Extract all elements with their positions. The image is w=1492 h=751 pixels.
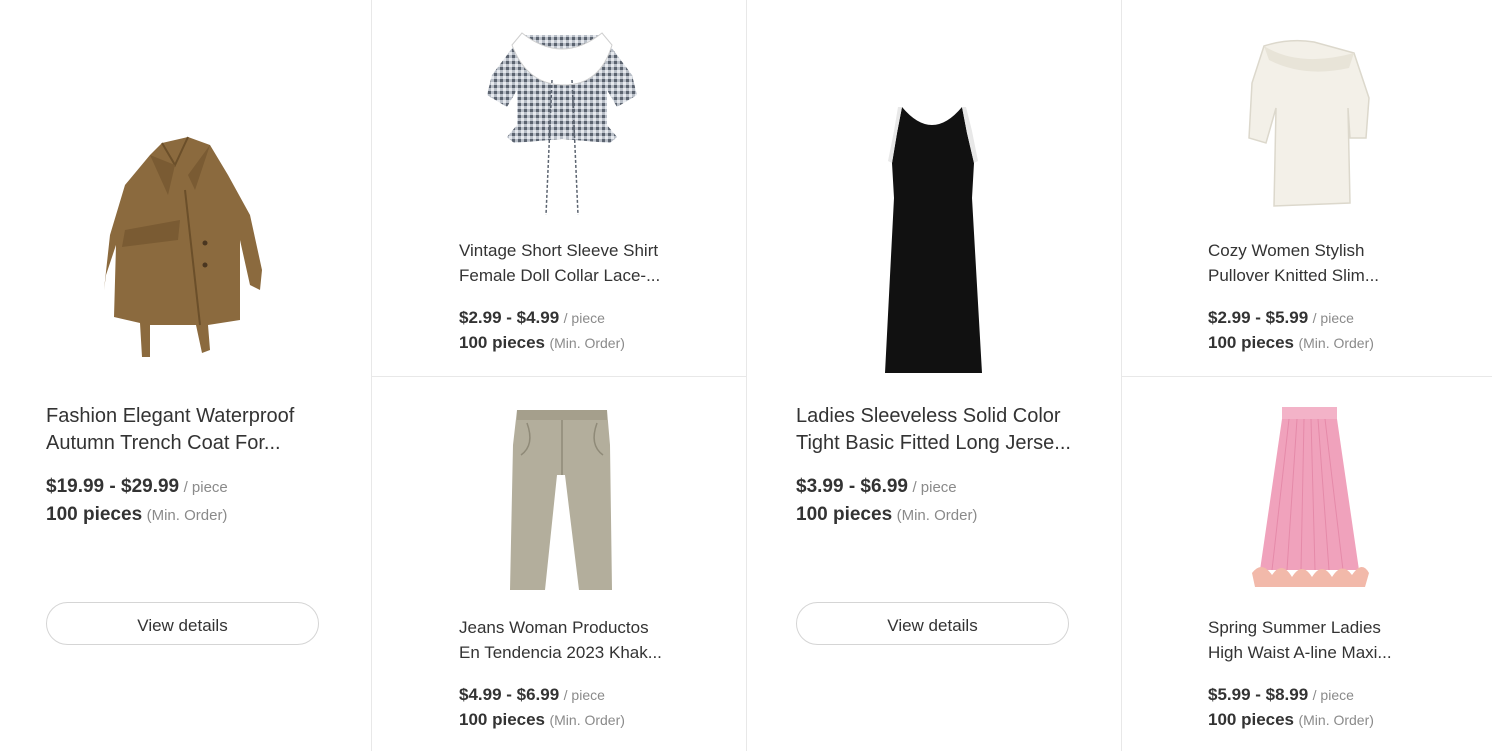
product-title-line[interactable]: Cozy Women Stylish: [1208, 238, 1463, 263]
product-title-line[interactable]: Female Doll Collar Lace-...: [459, 263, 714, 288]
product-card-trench-coat[interactable]: Fashion Elegant Waterproof Autumn Trench…: [0, 0, 371, 751]
product-card-skirt[interactable]: Spring Summer Ladies High Waist A-line M…: [1122, 377, 1492, 751]
black-dress-icon[interactable]: [882, 103, 987, 375]
product-title[interactable]: Fashion Elegant Waterproof Autumn Trench…: [46, 403, 336, 457]
trench-coat-icon[interactable]: [100, 135, 270, 360]
min-order-label: (Min. Order): [146, 507, 228, 524]
price-unit: / piece: [1312, 687, 1354, 703]
product-title-line[interactable]: High Waist A-line Maxi...: [1208, 640, 1463, 665]
min-order: 100 pieces (Min. Order): [1208, 710, 1374, 730]
min-order: 100 pieces (Min. Order): [796, 504, 977, 526]
min-order-quantity: 100 pieces: [46, 504, 143, 525]
product-card-dress[interactable]: Ladies Sleeveless Solid Color Tight Basi…: [747, 0, 1121, 751]
price-unit: / piece: [183, 479, 228, 496]
product-title[interactable]: Vintage Short Sleeve Shirt Female Doll C…: [459, 238, 714, 288]
min-order-quantity: 100 pieces: [796, 504, 893, 525]
product-title-line[interactable]: Jeans Woman Productos: [459, 615, 714, 640]
min-order: 100 pieces (Min. Order): [459, 710, 625, 730]
view-details-button[interactable]: View details: [46, 602, 319, 645]
price-value: $5.99 - $8.99: [1208, 685, 1309, 704]
gingham-blouse-icon[interactable]: [482, 25, 642, 220]
product-title[interactable]: Ladies Sleeveless Solid Color Tight Basi…: [796, 403, 1076, 457]
min-order: 100 pieces (Min. Order): [46, 504, 227, 526]
product-title-line[interactable]: Fashion Elegant Waterproof: [46, 403, 336, 430]
min-order-label: (Min. Order): [1298, 335, 1374, 351]
price-range: $3.99 - $6.99 / piece: [796, 476, 957, 498]
product-title[interactable]: Spring Summer Ladies High Waist A-line M…: [1208, 615, 1463, 665]
product-title-line[interactable]: Spring Summer Ladies: [1208, 615, 1463, 640]
min-order-label: (Min. Order): [1298, 712, 1374, 728]
price-range: $19.99 - $29.99 / piece: [46, 476, 228, 498]
product-title-line[interactable]: Tight Basic Fitted Long Jerse...: [796, 430, 1076, 457]
min-order: 100 pieces (Min. Order): [1208, 333, 1374, 353]
min-order-quantity: 100 pieces: [459, 710, 546, 729]
price-unit: / piece: [563, 687, 605, 703]
product-title-line[interactable]: En Tendencia 2023 Khak...: [459, 640, 714, 665]
product-title-line[interactable]: Pullover Knitted Slim...: [1208, 263, 1463, 288]
product-title[interactable]: Cozy Women Stylish Pullover Knitted Slim…: [1208, 238, 1463, 288]
min-order-label: (Min. Order): [896, 507, 978, 524]
price-unit: / piece: [563, 310, 605, 326]
price-range: $2.99 - $5.99 / piece: [1208, 308, 1354, 328]
khaki-jeans-icon[interactable]: [507, 405, 617, 593]
price-value: $4.99 - $6.99: [459, 685, 560, 704]
min-order-quantity: 100 pieces: [1208, 333, 1295, 352]
price-value: $2.99 - $4.99: [459, 308, 560, 327]
price-value: $3.99 - $6.99: [796, 476, 908, 497]
price-range: $2.99 - $4.99 / piece: [459, 308, 605, 328]
min-order-quantity: 100 pieces: [1208, 710, 1295, 729]
price-unit: / piece: [1312, 310, 1354, 326]
price-unit: / piece: [912, 479, 957, 496]
min-order-quantity: 100 pieces: [459, 333, 546, 352]
price-range: $4.99 - $6.99 / piece: [459, 685, 605, 705]
min-order-label: (Min. Order): [549, 335, 625, 351]
product-card-jeans[interactable]: Jeans Woman Productos En Tendencia 2023 …: [372, 377, 746, 751]
price-range: $5.99 - $8.99 / piece: [1208, 685, 1354, 705]
product-title-line[interactable]: Autumn Trench Coat For...: [46, 430, 336, 457]
view-details-button[interactable]: View details: [796, 602, 1069, 645]
min-order: 100 pieces (Min. Order): [459, 333, 625, 353]
pink-pleated-skirt-icon[interactable]: [1247, 405, 1372, 593]
min-order-label: (Min. Order): [549, 712, 625, 728]
price-value: $2.99 - $5.99: [1208, 308, 1309, 327]
knit-top-icon[interactable]: [1244, 38, 1374, 208]
price-value: $19.99 - $29.99: [46, 476, 180, 497]
product-title-line[interactable]: Ladies Sleeveless Solid Color: [796, 403, 1076, 430]
product-title[interactable]: Jeans Woman Productos En Tendencia 2023 …: [459, 615, 714, 665]
product-card-blouse[interactable]: Vintage Short Sleeve Shirt Female Doll C…: [372, 0, 746, 376]
product-title-line[interactable]: Vintage Short Sleeve Shirt: [459, 238, 714, 263]
product-card-knit-top[interactable]: Cozy Women Stylish Pullover Knitted Slim…: [1122, 0, 1492, 376]
